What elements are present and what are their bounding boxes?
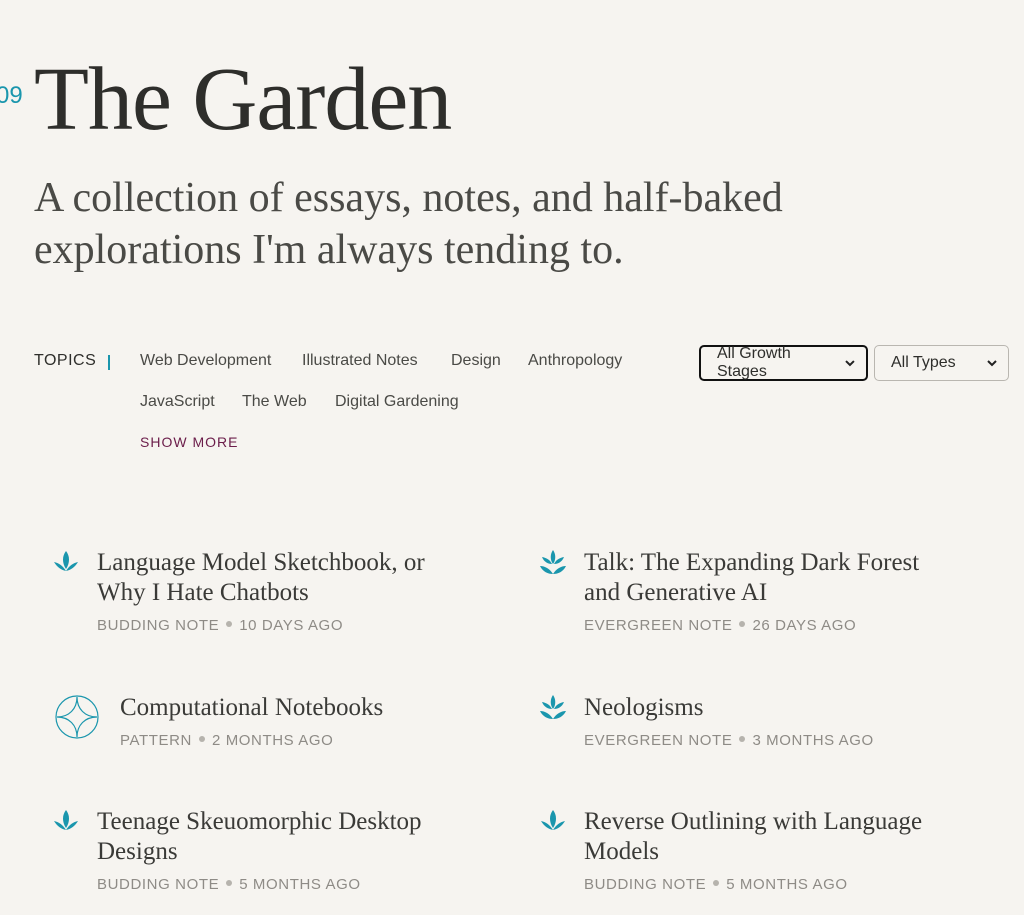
note-meta: EVERGREEN NOTE 3 MONTHS AGO xyxy=(584,732,874,749)
type-select[interactable]: All Types xyxy=(874,345,1009,381)
note-card[interactable]: Teenage Skeuomorphic Desktop Designs BUD… xyxy=(97,807,422,893)
note-title-line1: Computational Notebooks xyxy=(120,694,384,721)
note-date: 26 DAYS AGO xyxy=(752,617,857,634)
budding-icon xyxy=(541,810,565,830)
topics-divider xyxy=(108,355,110,370)
separator-dot xyxy=(739,621,746,628)
note-stage: BUDDING NOTE xyxy=(584,876,707,893)
topics-label: TOPICS xyxy=(34,352,97,369)
garden-count: 09 xyxy=(0,82,23,109)
separator-dot xyxy=(198,736,205,743)
note-stage: PATTERN xyxy=(120,732,192,749)
note-card[interactable]: Neologisms EVERGREEN NOTE 3 MONTHS AGO xyxy=(584,693,874,749)
note-meta: PATTERN 2 MONTHS AGO xyxy=(120,732,383,749)
note-title-line2: Why I Hate Chatbots xyxy=(97,579,309,606)
note-date: 2 MONTHS AGO xyxy=(211,732,334,749)
note-title-line1: Reverse Outlining with Language xyxy=(584,808,923,835)
note-meta: BUDDING NOTE 5 MONTHS AGO xyxy=(584,876,922,893)
evergreen-icon xyxy=(540,695,566,719)
note-card[interactable]: Language Model Sketchbook, or Why I Hate… xyxy=(97,548,425,634)
note-title-line2: Designs xyxy=(97,838,178,865)
topic-illustrated-notes[interactable]: Illustrated Notes xyxy=(302,352,418,370)
note-card[interactable]: Reverse Outlining with Language Models B… xyxy=(584,807,922,893)
note-stage: EVERGREEN NOTE xyxy=(584,617,733,634)
growth-stage-value: All Growth Stages xyxy=(717,345,791,380)
chevron-down-icon xyxy=(845,360,855,367)
note-title-line1: Teenage Skeuomorphic Desktop xyxy=(97,808,422,835)
note-title-line1: Language Model Sketchbook, or xyxy=(97,549,425,576)
show-more-topics-button[interactable]: SHOW MORE xyxy=(140,434,238,450)
separator-dot xyxy=(739,736,746,743)
page-subtitle: A collection of essays, notes, and half-… xyxy=(34,175,783,273)
pattern-icon xyxy=(55,695,99,739)
note-stage: EVERGREEN NOTE xyxy=(584,732,733,749)
note-date: 5 MONTHS AGO xyxy=(726,876,848,893)
note-title-line2: Models xyxy=(584,838,659,865)
note-card[interactable]: Talk: The Expanding Dark Forest and Gene… xyxy=(584,548,919,634)
budding-icon xyxy=(54,810,78,830)
note-card[interactable]: Computational Notebooks PATTERN 2 MONTHS … xyxy=(120,693,383,749)
evergreen-icon xyxy=(540,550,566,574)
note-meta: EVERGREEN NOTE 26 DAYS AGO xyxy=(584,617,919,634)
separator-dot xyxy=(226,880,233,887)
note-date: 5 MONTHS AGO xyxy=(239,876,361,893)
note-date: 10 DAYS AGO xyxy=(239,617,344,634)
topic-javascript[interactable]: JavaScript xyxy=(140,393,215,411)
note-stage: BUDDING NOTE xyxy=(97,876,220,893)
chevron-down-icon xyxy=(987,360,997,367)
note-meta: BUDDING NOTE 10 DAYS AGO xyxy=(97,617,425,634)
separator-dot xyxy=(713,880,720,887)
budding-icon xyxy=(54,551,78,571)
note-date: 3 MONTHS AGO xyxy=(752,732,874,749)
topic-the-web[interactable]: The Web xyxy=(242,393,307,411)
topic-anthropology[interactable]: Anthropology xyxy=(528,352,622,370)
topic-design[interactable]: Design xyxy=(451,352,501,370)
type-value: All Types xyxy=(891,354,956,371)
note-meta: BUDDING NOTE 5 MONTHS AGO xyxy=(97,876,422,893)
note-stage: BUDDING NOTE xyxy=(97,617,220,634)
note-title-line2: and Generative AI xyxy=(584,579,768,606)
page-title: The Garden xyxy=(34,50,452,149)
topic-web-development[interactable]: Web Development xyxy=(140,352,271,370)
separator-dot xyxy=(226,621,233,628)
note-title-line1: Talk: The Expanding Dark Forest xyxy=(584,549,920,576)
topic-digital-gardening[interactable]: Digital Gardening xyxy=(335,393,459,411)
note-title-line1: Neologisms xyxy=(584,694,704,721)
growth-stage-select[interactable]: All Growth Stages xyxy=(699,345,868,381)
